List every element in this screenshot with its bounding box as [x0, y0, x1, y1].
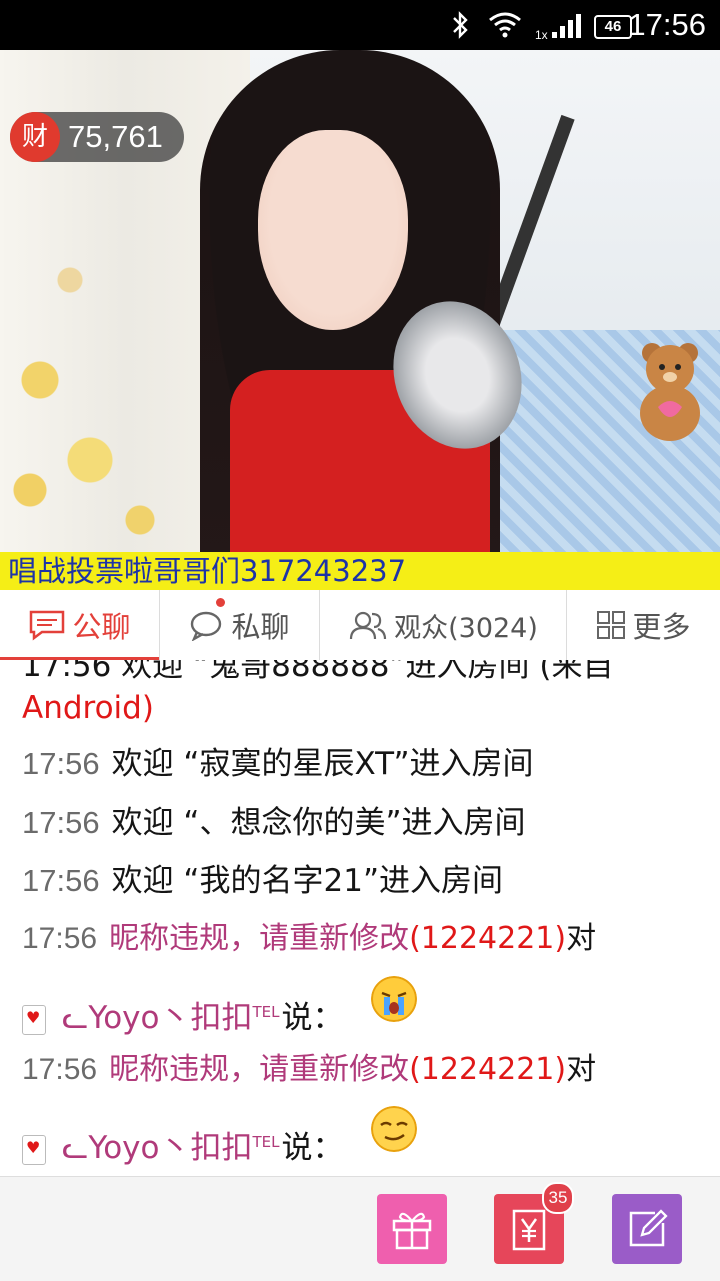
chat-time: 17:56: [22, 1053, 98, 1086]
live-video[interactable]: 财 75,761 唱战投票啦哥哥们317243237: [0, 50, 720, 590]
user-id: (1224221): [409, 1052, 567, 1087]
wealth-count: 75,761: [68, 119, 163, 154]
chat-line: 17:56 欢迎 “我的名字21”进入房间: [22, 861, 503, 901]
chat-partial-text: 17:56 欢迎 “鬼哥888888”进入房间 (来自: [22, 660, 614, 684]
card-icon: [22, 1004, 46, 1035]
smug-face-icon: [371, 1106, 418, 1152]
user-says-line: ᓚYoyo丶扣扣TEL说：: [22, 1106, 418, 1168]
money-badge: 35: [542, 1182, 574, 1214]
money-button[interactable]: 35: [494, 1182, 574, 1264]
gift-button[interactable]: [377, 1194, 447, 1264]
chat-line-partial: 17:56 欢迎 “鬼哥888888”进入房间 (来自: [22, 660, 613, 686]
system-notice-line: 17:56 昵称违规，请重新修改(1224221)对: [22, 919, 596, 959]
wealth-icon: 财: [10, 112, 60, 162]
card-icon: [22, 1134, 46, 1165]
chat-time: 17:56: [22, 805, 100, 840]
chat-icon: [30, 610, 65, 641]
chat-partial-tail: Android): [22, 690, 154, 726]
public-chat-list[interactable]: 17:56 欢迎 “鬼哥888888”进入房间 (来自 Android) 17:…: [0, 660, 720, 1176]
tab-audience[interactable]: 观众(3024): [320, 590, 567, 660]
tab-public-chat[interactable]: 公聊: [0, 590, 160, 661]
grid-icon: [597, 611, 626, 639]
unread-dot: [216, 598, 225, 607]
scrolling-ticker: 唱战投票啦哥哥们317243237: [0, 552, 720, 590]
chat-line-partial-tail: Android): [22, 688, 154, 728]
notice-suffix: 对: [566, 921, 597, 956]
tab-private-chat[interactable]: 私聊: [160, 590, 320, 660]
chat-text: 欢迎 “我的名字21”进入房间: [111, 863, 503, 899]
bluetooth-icon: [453, 11, 468, 39]
edit-icon: [629, 1209, 668, 1247]
gift-icon: [392, 1212, 432, 1250]
username[interactable]: ᓚYoyo丶扣扣: [62, 1000, 253, 1036]
wifi-icon: [489, 12, 521, 38]
system-notice: 昵称违规，请重新修改: [109, 1052, 410, 1087]
chat-time: 17:56: [22, 922, 98, 955]
tel-sup: TEL: [252, 1003, 280, 1021]
clock: 17:56: [628, 7, 706, 42]
bottom-action-bar: 35: [0, 1176, 720, 1281]
user-id: (1224221): [409, 921, 567, 956]
edit-button[interactable]: [612, 1194, 682, 1264]
chat-time: 17:56: [22, 863, 100, 898]
tab-public-chat-label: 公聊: [72, 610, 131, 644]
username[interactable]: ᓚYoyo丶扣扣: [62, 1130, 253, 1166]
notice-suffix: 对: [566, 1052, 597, 1087]
tab-more-label: 更多: [632, 610, 691, 644]
system-notice-line: 17:56 昵称违规，请重新修改(1224221)对: [22, 1050, 596, 1090]
says-label: 说：: [281, 1130, 344, 1166]
wealth-counter[interactable]: 财 75,761: [10, 112, 184, 162]
says-label: 说：: [281, 1000, 344, 1036]
yuan-ticket-icon: [512, 1209, 546, 1251]
chat-text: 欢迎 “寂寞的星辰XT”进入房间: [111, 746, 534, 782]
network-badge: 46: [594, 15, 632, 39]
signal-icon: [552, 14, 581, 38]
ticker-text: 唱战投票啦哥哥们317243237: [8, 554, 407, 588]
teddy-bear-icon: [640, 343, 700, 441]
chat-line: 17:56 欢迎 “、想念你的美”进入房间: [22, 803, 526, 843]
audience-icon: [350, 611, 387, 640]
tab-private-chat-label: 私聊: [231, 610, 290, 644]
chat-time: 17:56: [22, 746, 100, 781]
streamer-face: [258, 130, 408, 330]
private-chat-icon: [191, 611, 222, 641]
crying-face-icon: [371, 976, 418, 1022]
chat-line: 17:56 欢迎 “寂寞的星辰XT”进入房间: [22, 744, 534, 784]
status-bar: 1x 46 17:56: [0, 0, 720, 50]
tab-bar: 公聊 私聊 观众(3024) 更多: [0, 590, 720, 661]
chat-text: 欢迎 “、想念你的美”进入房间: [111, 805, 526, 841]
user-says-line: ᓚYoyo丶扣扣TEL说：: [22, 976, 418, 1038]
tab-more[interactable]: 更多: [567, 590, 720, 660]
system-notice: 昵称违规，请重新修改: [109, 921, 410, 956]
tab-audience-label: 观众(3024): [394, 612, 538, 644]
signal-type-label: 1x: [535, 28, 548, 42]
tel-sup: TEL: [252, 1133, 280, 1151]
